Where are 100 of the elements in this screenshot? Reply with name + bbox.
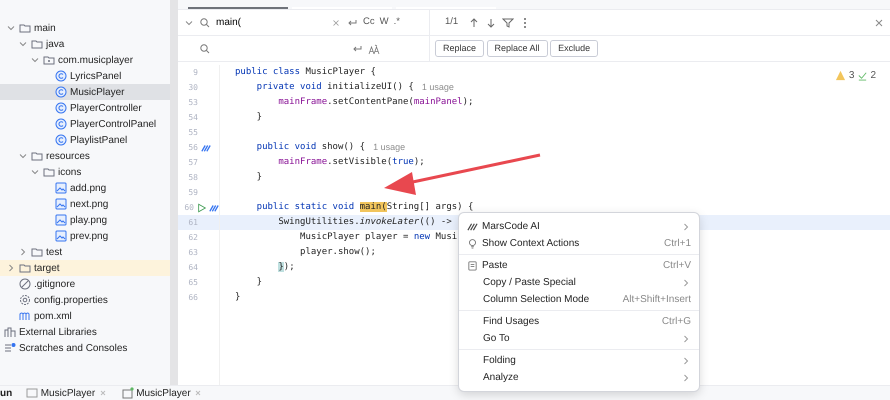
image-file-icon [55,182,67,194]
tree-item[interactable]: resources [0,148,170,164]
search-option[interactable]: .* [394,15,400,30]
line-number: 53 [187,96,198,108]
scrollbar[interactable] [170,0,178,385]
code-line: }); [277,260,295,274]
code-line: } [256,170,262,184]
maven-icon [19,310,31,322]
tree-item[interactable]: add.png [0,180,170,196]
tree-item[interactable]: test [0,244,170,260]
tree-item[interactable]: target [0,260,170,276]
folder-icon [31,38,43,50]
usage-hint[interactable]: 1 usage [422,80,454,94]
warning-count[interactable]: 3 [848,68,854,83]
replace-button[interactable]: Exclude [550,40,598,58]
tree-item[interactable]: MusicPlayer [0,84,170,100]
search-field[interactable]: main( [216,15,326,30]
tree-item[interactable]: icons [0,164,170,180]
library-icon [4,326,16,338]
tree-item[interactable]: next.png [0,196,170,212]
line-number: 54 [187,112,198,124]
application-icon [122,387,134,399]
search-option[interactable]: Cc [363,15,375,30]
preserve-case-icon [368,42,380,54]
tree-item[interactable]: External Libraries [0,324,170,340]
menu-item[interactable]: Analyze [459,369,699,386]
code-line: public class MusicPlayer { [235,66,376,79]
line-number: 57 [187,156,198,168]
arrow-down-icon[interactable] [485,16,498,28]
menu-item[interactable]: Show Context Actions Ctrl+1 [459,235,699,252]
menu-item[interactable]: Paste Ctrl+V [459,257,699,274]
window-icon [26,387,38,399]
tree-item[interactable]: com.musicplayer [0,52,170,68]
folder-icon [31,246,43,258]
code-line: public static void main(String[] args) { [256,200,474,214]
image-file-icon [55,198,67,210]
tree-item[interactable]: Scratches and Consoles [0,340,170,356]
line-number: 64 [187,262,198,274]
menu-item[interactable]: Column Selection Mode Alt+Shift+Insert [459,291,699,308]
code-line: } [256,110,262,124]
ai-assistant-icon [200,142,210,152]
menu-item[interactable]: Folding [459,352,699,369]
code-line: SwingUtilities.invokeLater(() -> [277,216,452,229]
lightbulb-icon [467,238,478,249]
image-file-icon [55,214,67,226]
run-label: un [0,386,12,400]
menu-item[interactable]: Find Usages Ctrl+G [459,313,699,330]
tree-item[interactable]: main [0,20,170,36]
close-icon [98,388,108,398]
tree-item[interactable]: pom.xml [0,308,170,324]
run-icon [196,202,206,212]
line-number: 59 [187,186,198,198]
line-number: 66 [187,292,198,304]
scratch-icon [4,342,16,354]
replace-button[interactable]: Replace [435,40,484,58]
tree-item[interactable]: .gitignore [0,276,170,292]
filter-icon[interactable] [502,16,514,28]
code-line: player.show(); [299,246,376,259]
tree-item[interactable]: java [0,36,170,52]
folder-icon [31,150,43,162]
tree-item[interactable]: play.png [0,212,170,228]
class-icon [55,70,67,82]
line-number: 56 [187,142,198,154]
search-option[interactable]: W [380,15,389,30]
tree-item[interactable]: PlaylistPanel [0,132,170,148]
folder-icon [19,262,31,274]
line-number: 65 [187,276,198,288]
code-line: mainFrame.setVisible(true); [277,156,425,169]
tree-item[interactable]: config.properties [0,292,170,308]
package-folder-icon [43,54,55,66]
tree-item[interactable]: PlayerController [0,100,170,116]
close-icon[interactable] [873,16,885,28]
ai-assistant-icon [209,202,219,212]
menu-item[interactable]: Go To [459,330,699,347]
run-tab[interactable]: MusicPlayer [26,386,108,400]
menu-item[interactable]: MarsCode AI [459,218,699,235]
line-number: 55 [187,126,198,138]
shortcut-text: Ctrl+1 [664,237,691,251]
code-line: } [256,276,262,289]
check-count[interactable]: 2 [870,68,876,83]
run-tab[interactable]: MusicPlayer [122,386,204,400]
line-number: 9 [192,66,198,78]
search-icon [199,42,211,54]
line-number: 62 [187,232,198,244]
line-number: 58 [187,172,198,184]
close-icon [193,388,204,398]
line-number: 61 [187,216,198,228]
image-file-icon [55,230,67,242]
replace-button[interactable]: Replace All [486,40,548,58]
search-icon [199,16,211,28]
tree-item[interactable]: PlayerControlPanel [0,116,170,132]
warning-icon [835,70,846,81]
line-number: 60 [183,202,194,214]
tree-item[interactable]: prev.png [0,228,170,244]
menu-item[interactable]: Copy / Paste Special [459,274,699,291]
class-icon [55,102,67,114]
line-number: 30 [187,82,198,94]
code-line: } [235,290,240,304]
tree-item[interactable]: LyricsPanel [0,68,170,84]
shortcut-text: Ctrl+G [662,315,691,329]
